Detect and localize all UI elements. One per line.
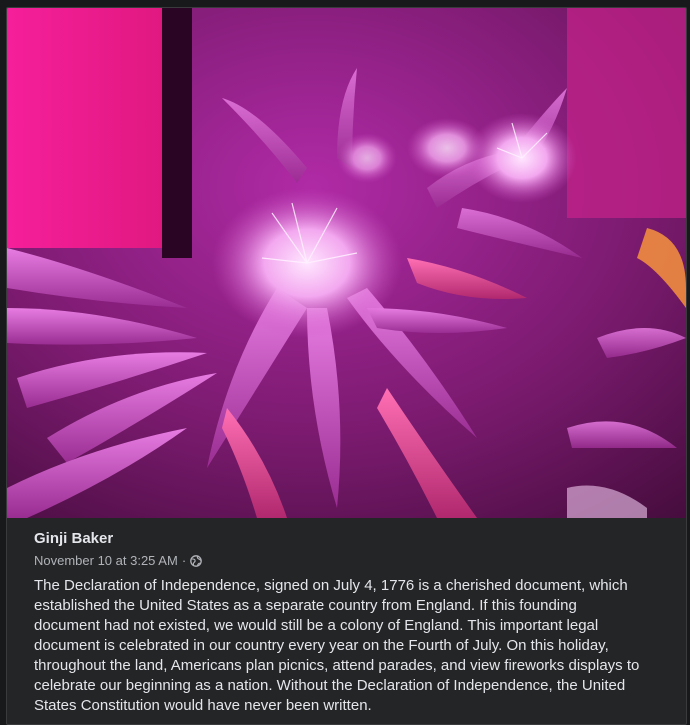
post-meta: Ginji Baker November 10 at 3:25 AM · The…: [34, 530, 674, 716]
post-time-row: November 10 at 3:25 AM ·: [34, 553, 674, 568]
post-body-text: The Declaration of Independence, signed …: [34, 577, 640, 714]
post-photo[interactable]: [7, 8, 686, 518]
globe-icon[interactable]: [190, 554, 203, 567]
post-timestamp[interactable]: November 10 at 3:25 AM: [34, 553, 178, 568]
cannabis-plant-photo: [7, 8, 686, 518]
post-card: Ginji Baker November 10 at 3:25 AM · The…: [6, 7, 687, 725]
separator-dot: ·: [181, 553, 187, 568]
author-name[interactable]: Ginji Baker: [34, 530, 113, 547]
